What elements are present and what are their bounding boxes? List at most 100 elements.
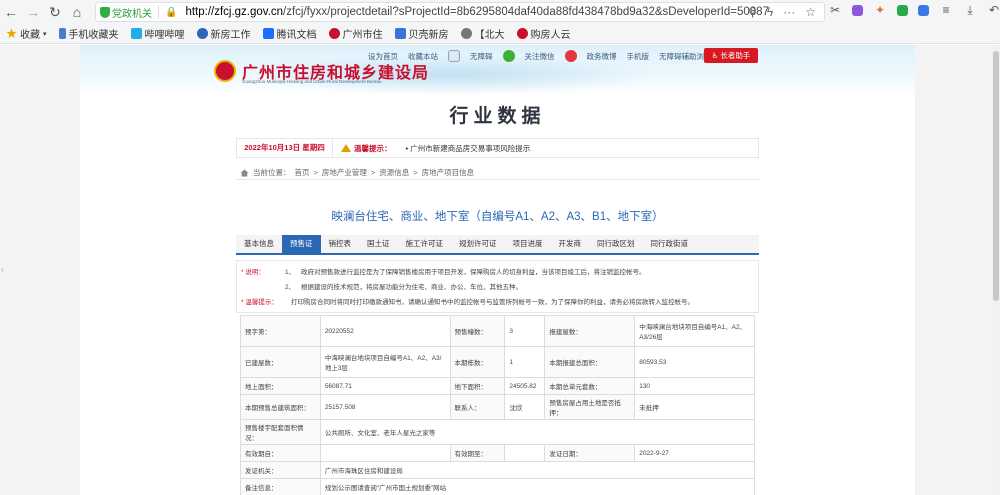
table-key: 备注信息： <box>240 478 321 495</box>
note-row: * 温馨提示： 打印购房合同时将同时打印缴款通知书，请确认通知书中的监控帐号与监管… <box>241 295 754 310</box>
topnav-accessible[interactable]: 无障碍 <box>470 51 493 62</box>
back-icon[interactable]: ← <box>0 1 22 23</box>
scrollbar-thumb[interactable] <box>993 51 999 301</box>
page-viewport: ‹ 广州市住房和城乡建设局 Guangzhou Municipal Housin… <box>0 45 992 495</box>
lock-icon: 🔒 <box>165 6 178 18</box>
globe-icon <box>196 28 208 39</box>
tab-same-street[interactable]: 同行政街道 <box>643 235 697 253</box>
menu-icon[interactable]: ≡ <box>939 3 953 17</box>
reload-icon[interactable]: ↻ <box>44 1 66 23</box>
game-icon[interactable]: ✦ <box>873 3 887 17</box>
tab-land-certificate[interactable]: 国土证 <box>359 235 398 253</box>
section-title-band: 行业数据 <box>80 95 915 133</box>
download-icon[interactable]: ⤓ <box>963 3 977 17</box>
lightning-icon[interactable]: ϟ <box>767 5 773 19</box>
table-key: 预售房屋占用土地是否抵押： <box>544 394 636 420</box>
tab-sales-control[interactable]: 销控表 <box>321 235 360 253</box>
bookmark-label: 购房人云 <box>530 30 571 41</box>
shield-icon <box>100 6 110 18</box>
note-label <box>241 280 285 295</box>
bookmark-item[interactable]: 【北大 <box>460 26 505 41</box>
notice-label-text: 温馨提示： <box>354 143 392 153</box>
breadcrumb-resources[interactable]: 资源信息 <box>379 167 409 178</box>
bookmark-item[interactable]: 哔哩哔哩 <box>130 26 185 41</box>
forward-icon[interactable]: → <box>22 1 44 23</box>
undo-icon[interactable]: ↶ <box>987 3 1000 17</box>
more-icon[interactable]: ··· <box>783 5 795 19</box>
table-key: 有效期至： <box>449 444 506 462</box>
table-value <box>319 444 451 462</box>
tab-construction-permit[interactable]: 施工许可证 <box>398 235 452 253</box>
url-text[interactable]: http://zfcj.gz.gov.cn/zfcj/fyxx/projectd… <box>185 6 769 18</box>
table-row: 预字第： 20220552 预售幢数： 3 报建屋数： 中海映澜台地块项目自编号… <box>240 315 755 347</box>
tab-presale-permit[interactable]: 预售证 <box>282 235 321 253</box>
table-key: 预字第： <box>240 315 321 347</box>
topnav-weibo[interactable]: 政务微博 <box>587 51 617 62</box>
topnav-set-homepage[interactable]: 设为首页 <box>368 51 398 62</box>
table-key: 预售楼宇配套面积情况： <box>240 419 321 445</box>
elder-icon: ♿ <box>711 51 719 60</box>
tab-developer[interactable]: 开发商 <box>551 235 590 253</box>
topnav-wechat[interactable]: 关注微信 <box>525 51 555 62</box>
table-value <box>504 444 546 462</box>
address-bar[interactable]: 党政机关 🔒 http://zfcj.gz.gov.cn/zfcj/fyxx/p… <box>95 2 825 22</box>
table-row: 发证机关： 广州市海珠区住房和建设局 <box>240 461 756 479</box>
bookmark-item[interactable]: 新房工作 <box>196 26 251 41</box>
extension-icon[interactable] <box>897 4 908 16</box>
search-icon[interactable]: ⚲ <box>748 5 757 19</box>
breadcrumb-project-info[interactable]: 房地产项目信息 <box>422 167 475 178</box>
project-title: 映澜台住宅、商业、地下室（自编号A1、A2、A3、B1、地下室） <box>331 211 664 223</box>
gov-icon <box>516 28 528 39</box>
table-key: 发证日期： <box>544 444 636 462</box>
dice-icon[interactable] <box>852 4 863 16</box>
table-value: 规划公示图请查阅“广州市国土规划委”网站 <box>319 478 756 495</box>
breadcrumb-sep: > <box>370 168 376 177</box>
chevron-down-icon: ▾ <box>43 30 47 38</box>
bookmark-item[interactable]: 购房人云 <box>516 26 571 41</box>
translate-icon[interactable] <box>918 4 929 16</box>
bookmark-item[interactable]: 腾讯文档 <box>262 26 317 41</box>
table-row: 地上面积： 56087.71 地下面积： 24505.82 本期总单元套数： 1… <box>240 377 755 395</box>
table-value: 广州市海珠区住房和建设局 <box>319 461 756 479</box>
page-scrollbar[interactable] <box>992 45 1000 495</box>
emblem-icon <box>214 60 236 82</box>
scissors-icon[interactable]: ✂ <box>828 3 842 17</box>
topnav-mobile[interactable]: 手机版 <box>627 51 650 62</box>
tab-progress[interactable]: 项目进度 <box>505 235 551 253</box>
bookmark-label: 【北大 <box>474 30 505 41</box>
topnav-bookmark[interactable]: 收藏本站 <box>408 51 438 62</box>
breadcrumb: 当前位置： 首页 > 房地产业管理 > 资源信息 > 房地产项目信息 <box>240 167 474 178</box>
bookmark-item[interactable]: 收藏 ▾ <box>6 26 47 41</box>
note-row: 2、 根据建设的技术规范，将房屋功能分为住宅、商业、办公、车位、其他五种。 <box>241 280 754 295</box>
bookmark-item[interactable]: 手机收藏夹 <box>58 26 119 41</box>
bookmark-label: 手机收藏夹 <box>68 30 119 41</box>
home-icon[interactable]: ⌂ <box>66 1 88 23</box>
star-icon[interactable]: ☆ <box>805 5 816 19</box>
bookmark-item[interactable]: 贝壳新房 <box>394 26 449 41</box>
divider <box>236 179 759 180</box>
table-key: 本期报建总面积： <box>544 346 636 378</box>
table-value: 56087.71 <box>319 377 451 395</box>
tab-basic-info[interactable]: 基本信息 <box>236 235 282 253</box>
wechat-icon <box>502 50 515 62</box>
docs-icon <box>262 28 274 39</box>
presale-panel: * 说明： 1、 政府对预售款进行监控是为了保障销售楼房用于项目开发，保障购房人的切… <box>236 260 759 313</box>
tab-same-district[interactable]: 同行政区划 <box>589 235 643 253</box>
note-label: * 温馨提示： <box>241 299 278 306</box>
note-text: 根据建设的技术规范，将房屋功能分为住宅、商业、办公、车位、其他五种。 <box>301 284 522 291</box>
bookmark-item[interactable]: 广州市住 <box>328 26 383 41</box>
url-host: http://zfcj.gz.gov.cn <box>185 6 284 18</box>
table-row: 本期预售总建筑面积： 25157.508 联系人： 沈欣 预售房屋占用土地是否抵… <box>240 394 755 420</box>
site-container: 广州市住房和城乡建设局 Guangzhou Municipal Housing … <box>80 45 915 495</box>
site-logo[interactable]: 广州市住房和城乡建设局 Guangzhou Municipal Housing … <box>214 59 429 84</box>
tab-planning-permit[interactable]: 规划许可证 <box>451 235 505 253</box>
table-value: 1 <box>504 346 546 378</box>
elder-assistant-button[interactable]: ♿ 长者助手 <box>704 48 758 63</box>
table-key: 本期总单元套数： <box>544 377 636 395</box>
table-value: 25157.508 <box>319 394 451 420</box>
breadcrumb-realestate[interactable]: 房地产业管理 <box>322 167 367 178</box>
breadcrumb-home[interactable]: 首页 <box>295 167 310 178</box>
breadcrumb-sep: > <box>413 168 418 177</box>
accessibility-icon <box>448 50 460 62</box>
notice-link[interactable]: • 广州市新建商品房交易事项风险提示 <box>406 143 531 154</box>
